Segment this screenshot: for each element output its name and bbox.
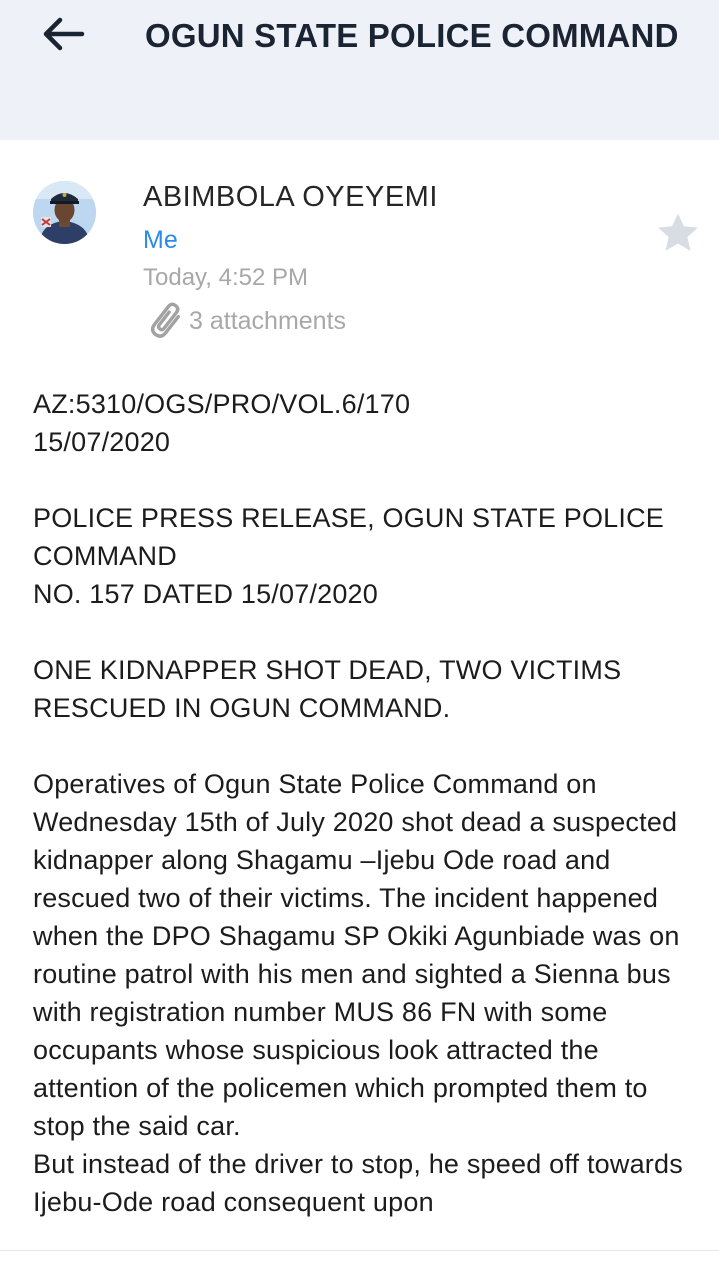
reference-number: AZ:5310/OGS/PRO/VOL.6/170 15/07/2020 — [33, 389, 411, 457]
attachments-label: 3 attachments — [189, 306, 347, 335]
star-icon — [658, 213, 698, 251]
avatar[interactable] — [33, 181, 96, 244]
body-paragraph: Operatives of Ogun State Police Command … — [33, 769, 683, 1217]
paperclip-icon — [150, 302, 180, 338]
arrow-left-icon — [43, 17, 85, 51]
message-date: Today, 4:52 PM — [143, 264, 308, 291]
message-body: AZ:5310/OGS/PRO/VOL.6/170 15/07/2020 POLI… — [33, 385, 703, 1221]
sender-name: ABIMBOLA OYEYEMI — [143, 181, 438, 213]
attachments-link[interactable]: 3 attachments — [143, 300, 346, 342]
headline: ONE KIDNAPPER SHOT DEAD, TWO VICTIMS RES… — [33, 655, 629, 723]
back-button[interactable] — [36, 12, 90, 56]
recipient-label[interactable]: Me — [143, 226, 178, 255]
press-release-title: POLICE PRESS RELEASE, OGUN STATE POLICE … — [33, 503, 664, 609]
avatar-image — [33, 181, 96, 244]
app-header: OGUN STATE POLICE COMMAND — [0, 0, 719, 140]
bottom-bar — [0, 1251, 719, 1268]
star-button[interactable] — [655, 210, 701, 256]
page-title: OGUN STATE POLICE COMMAND — [145, 17, 679, 54]
